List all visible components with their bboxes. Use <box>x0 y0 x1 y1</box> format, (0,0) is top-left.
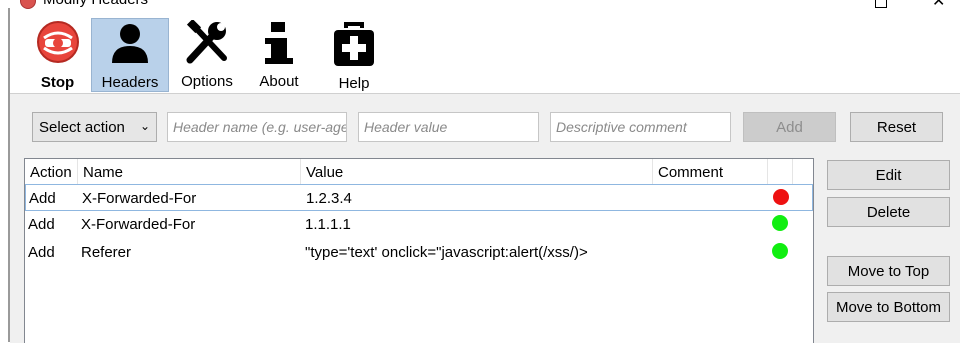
row-action: Add <box>29 190 56 207</box>
status-dot-icon[interactable] <box>773 189 789 205</box>
move-to-top-button[interactable]: Move to Top <box>827 256 950 286</box>
action-select[interactable]: Select action ⌄ <box>32 112 157 142</box>
column-header-name[interactable]: Name <box>78 159 301 184</box>
move-to-bottom-button[interactable]: Move to Bottom <box>827 292 950 322</box>
window-title: Modify Headers <box>43 0 148 8</box>
row-name: X-Forwarded-For <box>81 216 196 233</box>
table-row[interactable]: Add X-Forwarded-For 1.2.3.4 <box>25 184 813 211</box>
headers-label: Headers <box>101 74 159 91</box>
status-dot-icon[interactable] <box>772 215 788 231</box>
about-label: About <box>259 73 299 90</box>
edit-button[interactable]: Edit <box>827 160 950 190</box>
row-value: "type='text' onclick="javascript:alert(/… <box>305 244 588 261</box>
toolbar: Stop Headers Options About Help <box>10 10 960 92</box>
row-name: Referer <box>81 244 132 261</box>
column-header-action[interactable]: Action <box>25 159 78 184</box>
tab-about[interactable]: About <box>253 18 305 90</box>
column-header-comment[interactable]: Comment <box>653 159 768 184</box>
tools-icon <box>186 20 227 64</box>
app-icon <box>20 0 36 9</box>
comment-input[interactable]: Descriptive comment <box>550 112 731 142</box>
header-value-input[interactable]: Header value <box>358 112 539 142</box>
stop-button[interactable]: Stop <box>30 18 85 91</box>
chevron-down-icon: ⌄ <box>139 119 150 133</box>
user-icon <box>112 24 148 63</box>
headers-list[interactable]: Action Name Value Comment Add X-Forwarde… <box>24 158 814 343</box>
table-row[interactable]: Add Referer "type='text' onclick="javasc… <box>25 239 813 266</box>
list-header: Action Name Value Comment <box>25 159 813 185</box>
options-label: Options <box>181 73 233 90</box>
header-name-input[interactable]: Header name (e.g. user-agent) <box>167 112 347 142</box>
maximize-icon[interactable] <box>875 0 887 8</box>
row-action: Add <box>28 216 55 233</box>
row-value: 1.2.3.4 <box>306 190 352 207</box>
column-header-status[interactable] <box>768 159 793 184</box>
info-icon <box>265 22 293 64</box>
headers-panel: Select action ⌄ Header name (e.g. user-a… <box>10 93 960 343</box>
close-icon[interactable]: ✕ <box>932 0 945 10</box>
first-aid-icon <box>334 22 374 66</box>
add-button[interactable]: Add <box>743 112 836 142</box>
help-label: Help <box>338 75 370 92</box>
column-header-value[interactable]: Value <box>301 159 653 184</box>
status-dot-icon[interactable] <box>772 243 788 259</box>
row-action: Add <box>28 244 55 261</box>
tab-options[interactable]: Options <box>177 18 237 90</box>
table-row[interactable]: Add X-Forwarded-For 1.1.1.1 <box>25 211 813 238</box>
reset-button[interactable]: Reset <box>850 112 943 142</box>
tab-headers[interactable]: Headers <box>91 18 169 92</box>
row-value: 1.1.1.1 <box>305 216 351 233</box>
stop-icon <box>36 21 79 63</box>
tab-help[interactable]: Help <box>326 18 382 92</box>
title-bar: Modify Headers ✕ <box>0 0 960 10</box>
row-name: X-Forwarded-For <box>82 190 197 207</box>
action-select-value: Select action <box>39 119 125 136</box>
delete-button[interactable]: Delete <box>827 197 950 227</box>
stop-label: Stop <box>40 74 75 91</box>
